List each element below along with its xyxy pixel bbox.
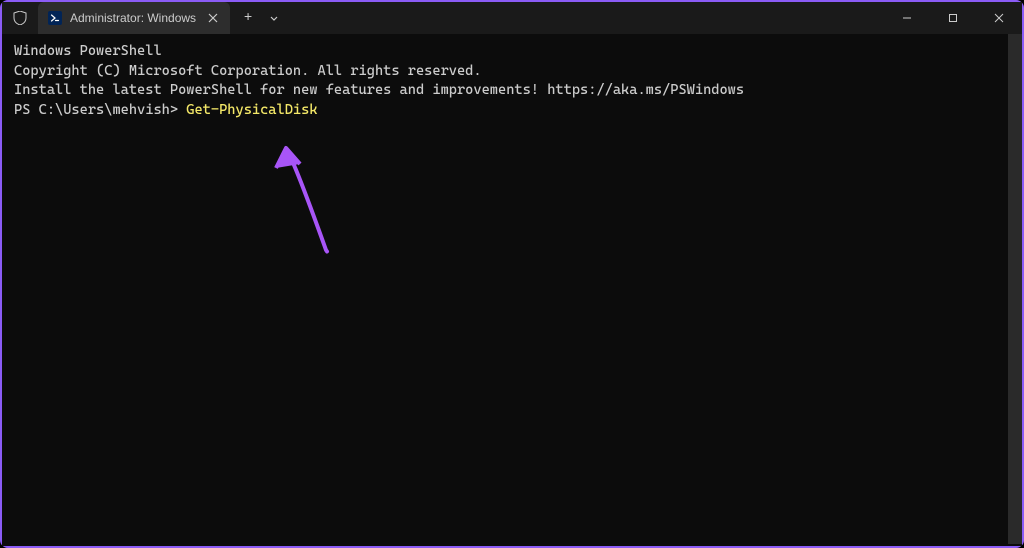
terminal-content[interactable]: Windows PowerShell Copyright (C) Microso…: [2, 34, 1022, 546]
tab-title: Administrator: Windows: [70, 11, 196, 25]
window-controls: [884, 2, 1022, 34]
output-line: Install the latest PowerShell for new fe…: [14, 81, 1010, 101]
admin-shield-icon: [12, 10, 28, 26]
scrollbar-thumb[interactable]: [1008, 34, 1022, 544]
output-line: Copyright (C) Microsoft Corporation. All…: [14, 62, 1010, 82]
prompt-line: PS C:\Users\mehvish> Get-PhysicalDisk: [14, 101, 1010, 121]
prompt-path: PS C:\Users\mehvish>: [14, 102, 186, 118]
maximize-button[interactable]: [930, 2, 976, 34]
minimize-button[interactable]: [884, 2, 930, 34]
powershell-icon: [48, 11, 62, 25]
tab-dropdown-button[interactable]: [262, 4, 286, 32]
tab-close-button[interactable]: [204, 9, 222, 27]
title-bar: Administrator: Windows +: [2, 2, 1022, 34]
new-tab-button[interactable]: +: [234, 4, 262, 32]
output-line: Windows PowerShell: [14, 42, 1010, 62]
close-button[interactable]: [976, 2, 1022, 34]
command-text: Get-PhysicalDisk: [186, 102, 317, 118]
tab-powershell[interactable]: Administrator: Windows: [38, 2, 230, 34]
title-bar-left: Administrator: Windows +: [2, 2, 286, 34]
scrollbar[interactable]: [1008, 34, 1022, 544]
